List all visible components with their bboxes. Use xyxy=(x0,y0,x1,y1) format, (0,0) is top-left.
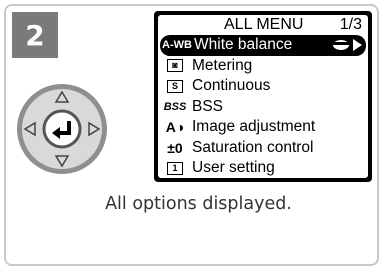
instruction-card: 2 ALL MENU 1/3 A-WB White balance ◙ Mete… xyxy=(4,4,379,266)
menu-header: ALL MENU 1/3 xyxy=(158,15,368,35)
multi-selector-dpad xyxy=(17,84,107,174)
menu-title: ALL MENU xyxy=(224,16,304,33)
metering-icon: ◙ xyxy=(158,59,192,73)
all-menu: ALL MENU 1/3 A-WB White balance ◙ Meteri… xyxy=(158,15,368,178)
menu-item-bss[interactable]: BSS BSS xyxy=(158,97,368,118)
menu-item-white-balance[interactable]: A-WB White balance xyxy=(160,35,366,56)
image-adjustment-icon: A◑ xyxy=(165,119,185,136)
menu-item-label: BSS xyxy=(192,97,224,115)
rotary-dial-icon xyxy=(333,40,349,50)
step-number-badge: 2 xyxy=(12,12,58,58)
menu-item-label: Saturation control xyxy=(192,138,314,156)
white-balance-icon: A-WB xyxy=(162,39,192,52)
saturation-icon: ±0 xyxy=(167,139,183,156)
menu-item-label: Metering xyxy=(192,56,253,74)
menu-item-user-setting[interactable]: 1 User setting xyxy=(158,158,368,178)
menu-item-image-adjustment[interactable]: A◑ Image adjustment xyxy=(158,117,368,138)
menu-item-label: Image adjustment xyxy=(192,118,316,136)
camera-monitor: ALL MENU 1/3 A-WB White balance ◙ Meteri… xyxy=(154,11,372,182)
continuous-icon: S xyxy=(158,79,192,93)
menu-item-continuous[interactable]: S Continuous xyxy=(158,76,368,97)
bss-icon: BSS xyxy=(163,100,187,113)
menu-item-metering[interactable]: ◙ Metering xyxy=(158,56,368,77)
selection-indicator xyxy=(332,38,362,52)
menu-item-label: White balance xyxy=(194,36,293,54)
user-setting-icon: 1 xyxy=(158,161,192,175)
ok-button xyxy=(42,109,82,149)
menu-page-indicator: 1/3 xyxy=(339,16,362,33)
menu-item-label: Continuous xyxy=(192,77,271,95)
menu-item-label: User setting xyxy=(192,159,275,177)
menu-item-saturation-control[interactable]: ±0 Saturation control xyxy=(158,138,368,159)
right-arrow-icon xyxy=(353,39,362,51)
caption-text: All options displayed. xyxy=(105,194,292,214)
